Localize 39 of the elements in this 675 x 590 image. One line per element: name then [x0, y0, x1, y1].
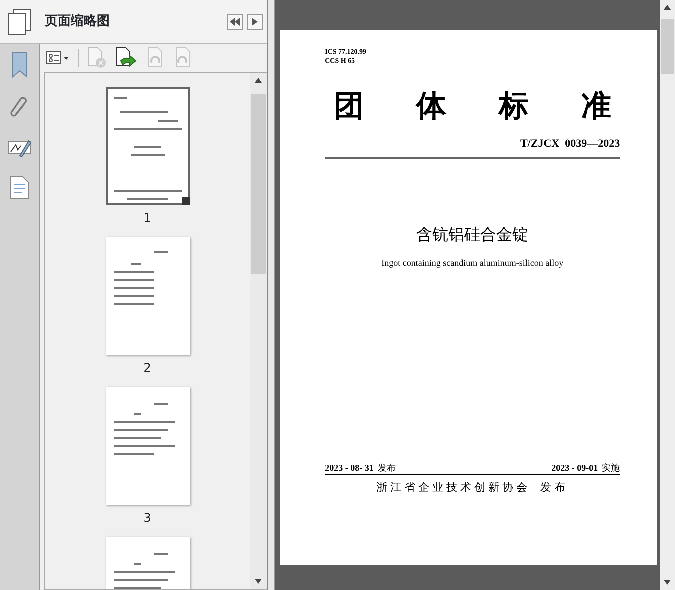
page-number: 1: [144, 210, 152, 227]
effective-date: 2023 - 09-01: [552, 463, 598, 474]
standard-heading: 团 体 标 准: [332, 90, 612, 124]
scroll-up-arrow-icon[interactable]: [255, 78, 262, 83]
scroll-thumb[interactable]: [251, 94, 266, 274]
page-thumbnail[interactable]: [106, 87, 190, 205]
english-title: Ingot containing scandium aluminum-silicon alloy: [380, 256, 565, 270]
publisher-action: 发布: [540, 480, 569, 496]
scroll-thumb[interactable]: [661, 19, 674, 74]
panel-splitter[interactable]: [268, 0, 274, 590]
pen-signature-icon[interactable]: [8, 138, 32, 158]
view-handle[interactable]: [182, 197, 190, 205]
document-icon[interactable]: [10, 176, 30, 200]
insert-page-icon: [115, 47, 137, 69]
double-left-arrow-icon: [230, 18, 240, 26]
document-scrollbar[interactable]: [660, 0, 675, 590]
scroll-down-arrow-icon[interactable]: [664, 580, 672, 585]
collapse-button[interactable]: [227, 14, 244, 30]
publish-date: 2023 - 08- 31: [325, 463, 374, 474]
document-title: 含钪铝硅合金锭: [416, 224, 530, 246]
publish-label: 发布: [378, 463, 396, 474]
page-thumbnail[interactable]: [106, 387, 190, 505]
panel-title: 页面缩略图: [45, 12, 111, 31]
bookmark-icon[interactable]: [12, 52, 28, 78]
insert-button[interactable]: [115, 47, 137, 69]
right-arrow-icon: [252, 18, 258, 26]
scroll-down-arrow-icon[interactable]: [255, 579, 262, 584]
page-number: 2: [144, 360, 152, 377]
scroll-up-arrow-icon[interactable]: [664, 5, 672, 10]
page-number: 3: [144, 510, 152, 527]
publisher-name: 浙江省企业技术创新协会: [376, 480, 531, 496]
options-icon: [46, 51, 70, 65]
expand-button[interactable]: [247, 14, 264, 30]
delete-page-icon: [87, 47, 107, 69]
standard-number: T/ZJCX 0039—2023: [520, 137, 620, 152]
scrollbar[interactable]: [250, 73, 268, 589]
options-button[interactable]: [46, 51, 70, 65]
page-thumbnail[interactable]: [106, 237, 190, 355]
effective-label: 实施: [602, 463, 620, 474]
